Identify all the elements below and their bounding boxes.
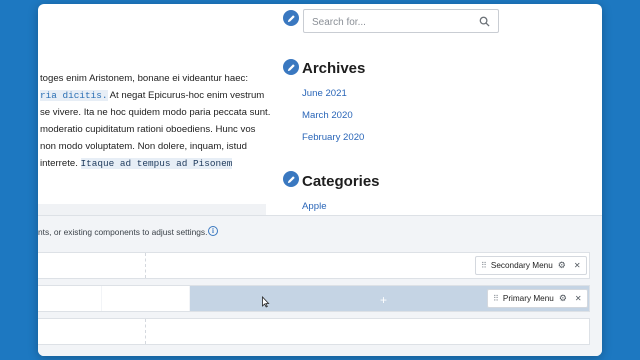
site-preview: toges enim Aristonem, bonane ei videantu… <box>38 4 602 215</box>
builder-row-top: ⠿ Secondary Menu ⚙ ✕ <box>38 252 590 279</box>
search-icon[interactable] <box>479 16 490 27</box>
mouse-pointer-icon <box>262 296 270 308</box>
article-line: ria dicitis. At negat Epicurus-hoc enim … <box>40 87 276 104</box>
edit-categories-widget-pencil-icon[interactable] <box>283 171 299 187</box>
search-box <box>303 9 499 33</box>
drag-handle-icon[interactable]: ⠿ <box>481 261 487 270</box>
category-link[interactable]: Apple <box>302 201 327 212</box>
archives-title: Archives <box>302 60 366 77</box>
edit-archives-widget-pencil-icon[interactable] <box>283 59 299 75</box>
archive-link[interactable]: June 2021 <box>302 88 347 99</box>
secondary-menu-label: Secondary Menu <box>490 261 553 270</box>
builder-cell[interactable] <box>102 286 189 311</box>
article-text: toges enim Aristonem, bonane ei videantu… <box>40 70 276 172</box>
close-icon[interactable]: ✕ <box>575 294 582 303</box>
article-line: non modo voluptatem. Non dolere, inquam,… <box>40 141 247 152</box>
article-line-text: interrete. <box>40 158 81 169</box>
gear-icon[interactable]: ⚙ <box>558 260 566 271</box>
column-divider <box>145 253 146 278</box>
header-builder-panel: nts, or existing components to adjust se… <box>38 215 602 356</box>
secondary-menu-component[interactable]: ⠿ Secondary Menu ⚙ ✕ <box>475 256 587 275</box>
browser-frame: toges enim Aristonem, bonane ei videantu… <box>38 4 602 356</box>
primary-menu-label: Primary Menu <box>502 294 554 303</box>
article-line: interrete. Itaque ad tempus ad Pisonem <box>40 155 276 172</box>
builder-row-main: + ⠿ Primary Menu ⚙ ✕ <box>38 285 590 312</box>
info-icon[interactable]: i <box>208 226 218 236</box>
categories-title: Categories <box>302 173 380 190</box>
content-footer-block <box>38 204 266 215</box>
builder-cell[interactable] <box>38 286 101 311</box>
inline-code: ria dicitis. <box>40 90 108 101</box>
builder-hint-text: nts, or existing components to adjust se… <box>38 227 208 237</box>
column-divider <box>145 319 146 344</box>
inline-code: Itaque ad tempus ad Pisonem <box>80 158 233 169</box>
edit-search-widget-pencil-icon[interactable] <box>283 10 299 26</box>
article-line: toges enim Aristonem, bonane ei videantu… <box>40 73 248 84</box>
builder-row-bottom <box>38 318 590 345</box>
drop-zone[interactable]: + ⠿ Primary Menu ⚙ ✕ <box>190 286 589 311</box>
archive-link[interactable]: February 2020 <box>302 132 364 143</box>
close-icon[interactable]: ✕ <box>574 261 581 270</box>
plus-icon[interactable]: + <box>380 293 387 307</box>
search-input[interactable] <box>310 13 464 31</box>
drag-handle-icon[interactable]: ⠿ <box>493 294 499 303</box>
archive-link[interactable]: March 2020 <box>302 110 353 121</box>
article-line-text: At negat Epicurus-hoc enim vestrum <box>107 90 265 101</box>
article-line: se vivere. Ita ne hoc quidem modo paria … <box>40 107 271 118</box>
article-line: moderatio cupiditatum rationi oboediens.… <box>40 124 256 135</box>
primary-menu-component[interactable]: ⠿ Primary Menu ⚙ ✕ <box>487 289 588 308</box>
gear-icon[interactable]: ⚙ <box>559 293 567 304</box>
